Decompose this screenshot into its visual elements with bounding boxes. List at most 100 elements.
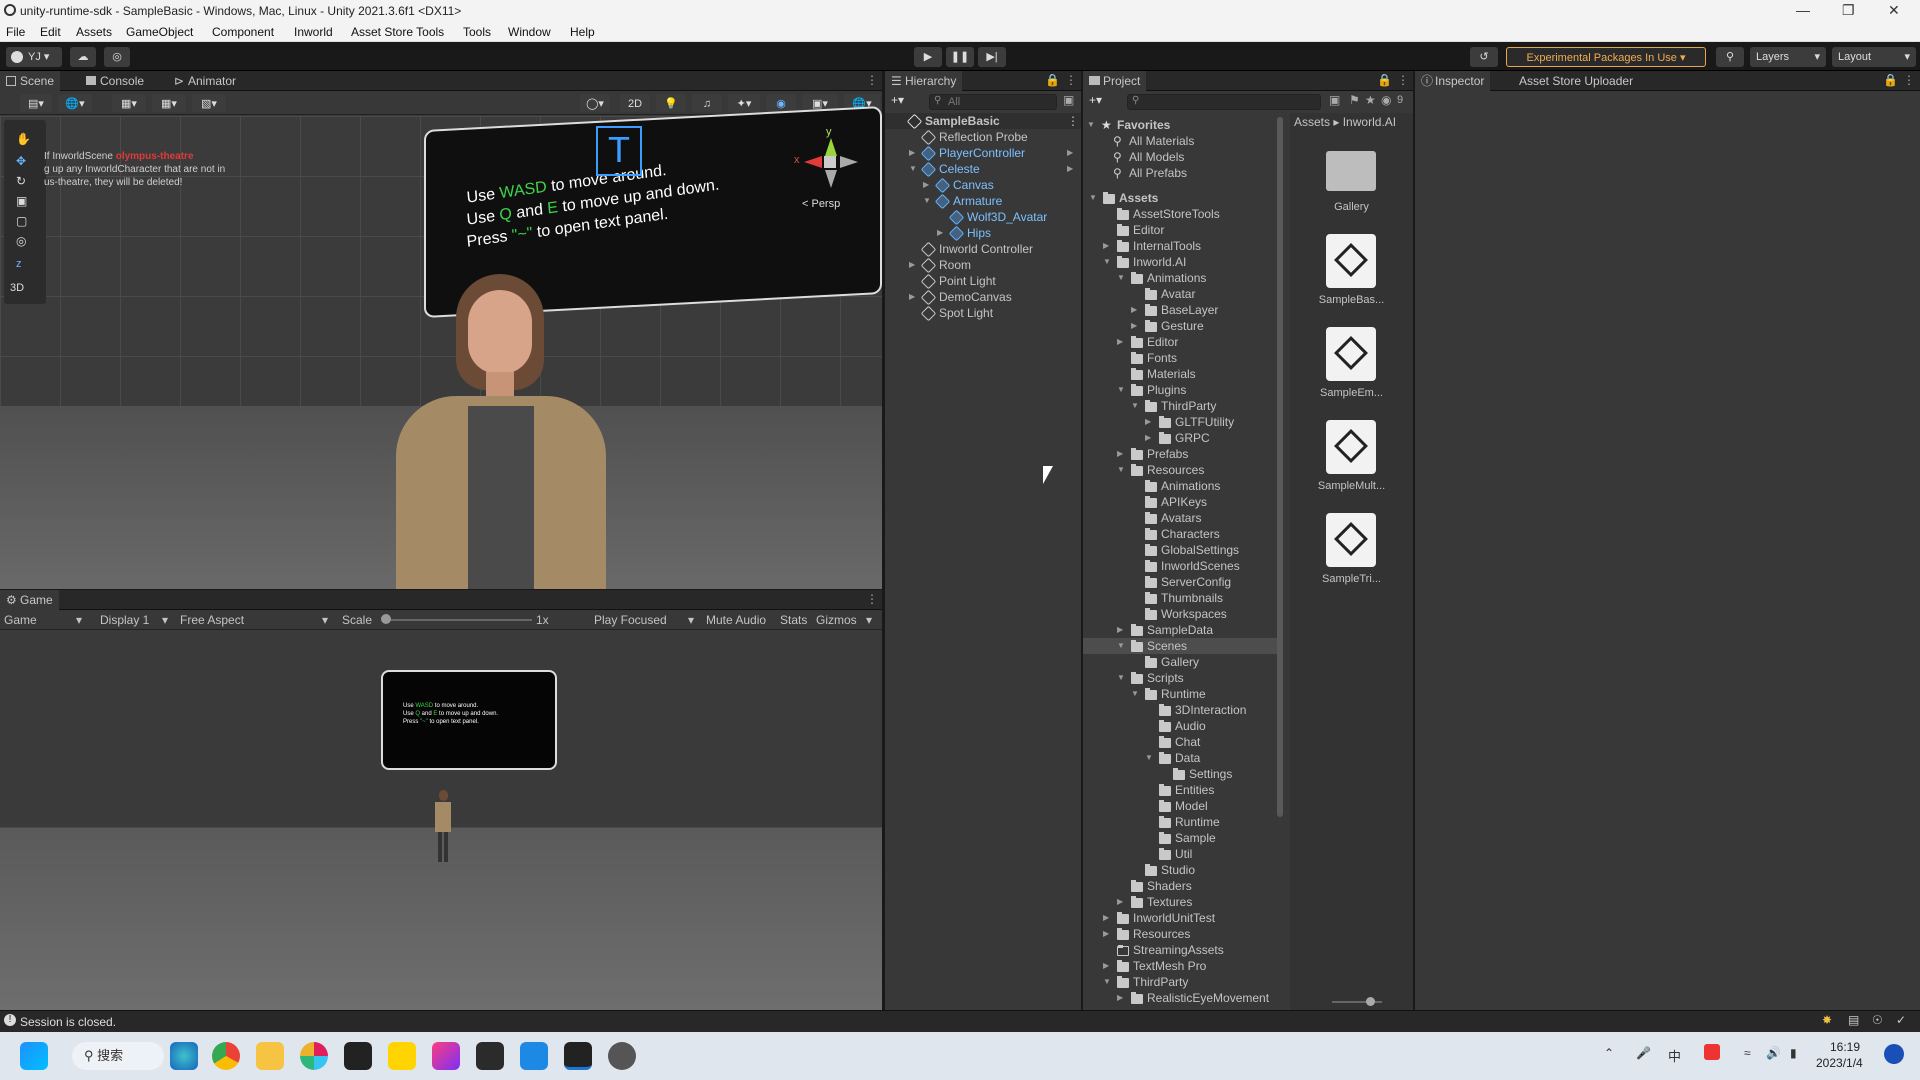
project-folder-item[interactable]: Characters [1083, 526, 1279, 542]
project-folder-item[interactable]: AssetStoreTools [1083, 206, 1279, 222]
project-folder-item[interactable]: ▼ ThirdParty [1083, 398, 1279, 414]
project-folder-item[interactable]: ▶ GLTFUtility [1083, 414, 1279, 430]
menu-asset-store-tools[interactable]: Asset Store Tools [351, 25, 444, 39]
fold-arrow-icon[interactable]: ▶ [1145, 430, 1151, 446]
project-folder-item[interactable]: ▶ RealisticEyeMovement [1083, 990, 1279, 1006]
gizmo-y-arrow[interactable] [825, 138, 837, 156]
project-folder-item[interactable]: ▶ Prefabs [1083, 446, 1279, 462]
fold-arrow-icon[interactable]: ▶ [923, 177, 929, 193]
notification-icon[interactable] [1884, 1044, 1904, 1064]
hierarchy-item[interactable]: ▶ Room [885, 257, 1081, 274]
rider-icon[interactable] [432, 1042, 460, 1070]
tab-inspector[interactable]: ⓘ Inspector [1415, 71, 1491, 91]
microphone-icon[interactable]: 🎤 [1636, 1046, 1651, 1060]
file-explorer-icon[interactable] [256, 1042, 284, 1070]
project-folder-item[interactable]: ▼ Resources [1083, 462, 1279, 478]
pause-button[interactable]: ❚❚ [946, 47, 974, 67]
clock-time[interactable]: 16:19 [1830, 1040, 1860, 1054]
hidden-packages-icon[interactable]: ◉ [1381, 93, 1391, 107]
project-folder-item[interactable]: Entities [1083, 782, 1279, 798]
fold-arrow-icon[interactable]: ▶ [909, 289, 915, 305]
unity-editor-icon[interactable] [564, 1042, 592, 1070]
gizmo-neg-y-arrow[interactable] [825, 170, 837, 188]
project-tree-scrollbar[interactable] [1277, 117, 1283, 817]
project-folder-item[interactable]: ▶ Gesture [1083, 318, 1279, 334]
hierarchy-lock-icon[interactable]: 🔒 [1045, 73, 1060, 87]
scene-viewport[interactable]: ✋ ✥ ↻ ▣ ▢ ◎ z 3D If InworldScene olympus… [0, 105, 882, 589]
project-folder-item[interactable]: ▶ BaseLayer [1083, 302, 1279, 318]
hierarchy-search-input[interactable]: ⚲ All [929, 94, 1057, 110]
hierarchy-filter-icon[interactable]: ▣ [1063, 93, 1074, 107]
hidden-objects-toggle-icon[interactable]: ◉ [766, 94, 796, 112]
project-folder-item[interactable]: ▼ Scripts [1083, 670, 1279, 686]
auto-generate-lighting-icon[interactable]: ✓ [1896, 1013, 1906, 1027]
menu-help[interactable]: Help [570, 25, 595, 39]
fold-arrow-icon[interactable]: ▼ [1103, 254, 1111, 270]
fold-arrow-icon[interactable]: ▶ [1131, 302, 1137, 318]
project-folder-item[interactable]: APIKeys [1083, 494, 1279, 510]
search-by-label-icon[interactable]: ⚑ [1349, 93, 1360, 107]
asset-tile[interactable]: SampleTri... [1290, 509, 1413, 599]
view-3d-toggle[interactable]: 3D [10, 282, 24, 294]
asset-tile[interactable]: SampleMult... [1290, 416, 1413, 506]
tab-project[interactable]: Project [1083, 71, 1147, 91]
hierarchy-item[interactable]: Point Light [885, 273, 1081, 290]
menu-assets[interactable]: Assets [76, 25, 112, 39]
project-folder-item[interactable]: 3DInteraction [1083, 702, 1279, 718]
menu-gameobject[interactable]: GameObject [126, 25, 193, 39]
account-dropdown[interactable]: YJ ▾ [6, 47, 62, 67]
grid-snapping-dropdown[interactable]: ▦▾ [112, 94, 146, 112]
project-folder-item[interactable]: Util [1083, 846, 1279, 862]
inspector-more-icon[interactable]: ⋮ [1903, 73, 1915, 87]
menu-inworld[interactable]: Inworld [294, 25, 333, 39]
cloud-button[interactable]: ☁ [70, 47, 96, 67]
status-message[interactable]: Session is closed. [20, 1015, 116, 1029]
tab-scene[interactable]: Scene [0, 71, 61, 91]
fold-arrow-icon[interactable]: ▶ [909, 257, 915, 273]
edge-browser-icon[interactable] [170, 1042, 198, 1070]
debug-mode-icon[interactable]: ☉ [1872, 1013, 1883, 1027]
experimental-packages-button[interactable]: Experimental Packages In Use ▾ [1506, 47, 1706, 67]
fold-arrow-icon[interactable]: ▶ [937, 225, 943, 241]
fold-arrow-icon[interactable]: ▼ [1145, 750, 1153, 766]
project-add-button[interactable]: +▾ [1089, 93, 1102, 107]
close-icon[interactable]: ✕ [1888, 2, 1900, 19]
project-folder-item[interactable]: Gallery [1083, 654, 1279, 670]
terminal-icon[interactable] [476, 1042, 504, 1070]
project-folder-item[interactable]: StreamingAssets [1083, 942, 1279, 958]
project-folder-item[interactable]: Materials [1083, 366, 1279, 382]
clock-date[interactable]: 2023/1/4 [1816, 1056, 1863, 1070]
history-button[interactable]: ↺ [1470, 47, 1498, 67]
scale-tool-icon[interactable]: ▣ [16, 194, 27, 208]
game-viewport[interactable]: Use WASD to move around. Use Q and E to … [0, 630, 882, 1010]
scale-slider[interactable] [382, 619, 532, 621]
menu-edit[interactable]: Edit [40, 25, 61, 39]
gizmo-neg-x-arrow[interactable] [840, 156, 858, 168]
project-folder-item[interactable]: ServerConfig [1083, 574, 1279, 590]
hierarchy-item[interactable]: ▶ PlayerController ▶ [885, 145, 1081, 162]
fold-arrow-icon[interactable]: ▶ [1117, 990, 1123, 1006]
progress-spinner-icon[interactable]: ✸ [1822, 1013, 1832, 1027]
fold-arrow-icon[interactable]: ▼ [1103, 974, 1111, 990]
layers-dropdown[interactable]: Layers ▾ [1750, 47, 1826, 67]
github-desktop-icon[interactable] [608, 1042, 636, 1070]
project-folder-item[interactable]: ▼ Animations [1083, 270, 1279, 286]
search-button[interactable]: ⚲ [1716, 47, 1744, 67]
ime-indicator[interactable]: 中 [1668, 1046, 1681, 1065]
play-button[interactable]: ▶ [914, 47, 942, 67]
hierarchy-item[interactable]: ▶ DemoCanvas [885, 289, 1081, 306]
project-folder-item[interactable]: ▶ InternalTools [1083, 238, 1279, 254]
hierarchy-item[interactable]: Spot Light [885, 305, 1081, 322]
project-folder-item[interactable]: ▼ Data [1083, 750, 1279, 766]
fold-arrow-icon[interactable]: ▶ [1131, 318, 1137, 334]
rotate-tool-icon[interactable]: ↻ [16, 174, 26, 188]
fold-arrow-icon[interactable]: ▼ [1117, 382, 1125, 398]
tab-hierarchy[interactable]: ☰ Hierarchy [885, 71, 963, 91]
project-folder-item[interactable]: Studio [1083, 862, 1279, 878]
inspector-lock-icon[interactable]: 🔒 [1883, 73, 1898, 87]
hand-tool-icon[interactable]: ✋ [16, 132, 31, 146]
breadcrumb-assets[interactable]: Assets [1294, 115, 1330, 129]
fold-arrow-icon[interactable]: ▶ [1117, 446, 1123, 462]
project-folder-item[interactable]: Animations [1083, 478, 1279, 494]
menu-component[interactable]: Component [212, 25, 274, 39]
